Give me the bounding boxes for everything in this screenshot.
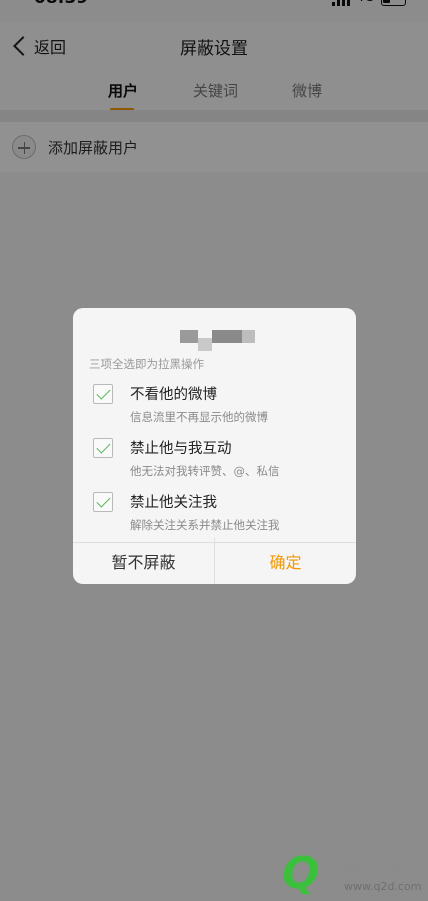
watermark: Q 趣丁网 www.q2d.com <box>282 850 428 901</box>
option-hide-posts[interactable]: 不看他的微博 信息流里不再显示他的微博 <box>93 382 343 432</box>
option-title: 禁止他关注我 <box>130 495 217 511</box>
option-subtitle: 他无法对我转评赞、@、私信 <box>130 464 280 478</box>
screen: 08:39 4G 返回 屏蔽设置 用户 关键词 微博 添加屏蔽用户 三项全选即 <box>0 0 428 901</box>
confirm-button[interactable]: 确定 <box>215 542 356 584</box>
block-dialog: 三项全选即为拉黑操作 不看他的微博 信息流里不再显示他的微博 禁止他与我互动 他… <box>73 308 356 584</box>
option-subtitle: 解除关注关系并禁止他关注我 <box>130 518 280 532</box>
checkbox-checked-icon[interactable] <box>93 384 113 404</box>
checkbox-checked-icon[interactable] <box>93 438 113 458</box>
option-block-interaction[interactable]: 禁止他与我互动 他无法对我转评赞、@、私信 <box>93 436 343 486</box>
checkbox-checked-icon[interactable] <box>93 492 113 512</box>
watermark-url: www.q2d.com <box>344 880 422 893</box>
watermark-logo-icon: Q <box>282 848 320 899</box>
option-block-follow[interactable]: 禁止他关注我 解除关注关系并禁止他关注我 <box>93 490 343 540</box>
dialog-hint: 三项全选即为拉黑操作 <box>89 357 204 371</box>
cancel-button[interactable]: 暂不屏蔽 <box>73 542 214 584</box>
option-subtitle: 信息流里不再显示他的微博 <box>130 410 268 424</box>
watermark-text: 趣丁网 <box>342 856 414 880</box>
option-title: 不看他的微博 <box>130 387 217 403</box>
option-title: 禁止他与我互动 <box>130 441 232 457</box>
